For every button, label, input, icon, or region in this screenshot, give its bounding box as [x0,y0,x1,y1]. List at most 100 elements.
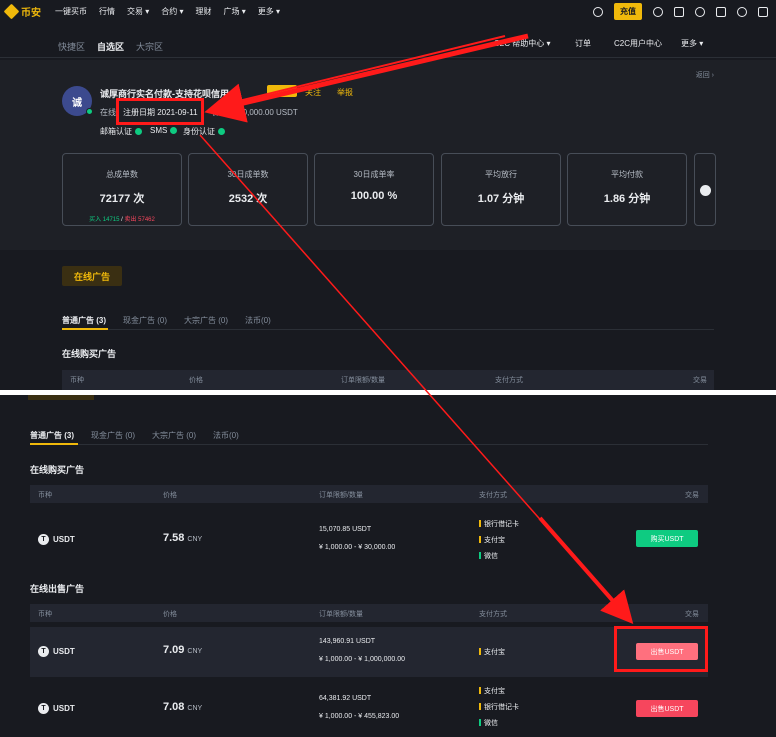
buy-section-title: 在线购买广告 [30,465,85,475]
search-icon[interactable] [593,6,603,17]
stat-value: 72177 次 [99,193,145,205]
price-cell: 7.58 CNY [163,532,202,544]
tab-normal-ads[interactable]: 普通广告 (3) [30,430,74,441]
logo-icon [3,3,20,19]
c2c-user-center-link[interactable]: C2C用户中心 [614,38,662,49]
sell-table-header: 币种 价格 订单限额/数量 支付方式 交易 [30,604,708,622]
tab-cash-ads[interactable]: 现金广告 (0) [123,315,167,326]
top-navigation-bar: 币安 一键买币 行情 交易 ▾ 合约 ▾ 理财 广场 ▾ 更多 ▾ 充值 [0,0,776,22]
tabs-divider [62,329,714,330]
bottom-screenshot-panel: 普通广告 (3) 现金广告 (0) 大宗广告 (0) 法币(0) 在线购买广告 … [0,395,776,737]
price-cell: 7.09 CNY [163,644,202,656]
stat-value: 1.86 分钟 [603,193,651,205]
stat-value: 2532 次 [228,193,268,205]
stats-more-button[interactable] [694,153,716,226]
coin-cell: T USDT [38,646,75,657]
user-icon[interactable] [653,6,663,17]
id-verified: 身份认证 [183,126,225,137]
more-icon [700,185,711,196]
stat-30d-orders: 30日成单数 2532 次 [188,153,308,226]
active-tab-underline [30,443,78,445]
check-icon [218,128,225,135]
globe-icon[interactable] [737,6,747,17]
email-verified-label: 邮箱认证 [100,127,132,136]
online-ads-tab[interactable]: 在线广告 [62,266,122,286]
col-price: 价格 [163,611,177,618]
tab-block-ads[interactable]: 大宗广告 (0) [152,430,196,441]
online-label: 在线 [100,108,116,117]
nav-square[interactable]: 广场 ▾ [224,6,246,17]
tab-express[interactable]: 快捷区 [58,40,85,53]
col-payment: 支付方式 [479,611,507,618]
tab-normal-ads[interactable]: 普通广告 (3) [62,315,106,326]
report-link[interactable]: 举报 [337,87,353,98]
stat-sell-count: 卖出 57462 [124,217,155,223]
stat-buy-sell: 买入 14715 / 卖出 57462 [89,217,155,223]
binance-logo[interactable]: 币安 [3,3,41,19]
subnav-more-link[interactable]: 更多 ▾ [681,38,703,49]
bell-icon[interactable] [695,6,705,17]
logo-text: 币安 [21,7,41,19]
sell-usdt-button[interactable]: 出售USDT [636,643,698,660]
price-value: 7.09 [163,644,185,656]
nav-futures[interactable]: 合约 ▾ [161,6,183,17]
price-value: 7.58 [163,532,185,544]
coin-cell: T USDT [38,703,75,714]
orders-link[interactable]: 订单 [575,38,591,49]
register-date: 注册日期 2021-09-11 [123,108,198,117]
nav-markets[interactable]: 行情 [99,6,115,17]
tab-fiat-ads[interactable]: 法币(0) [213,430,239,441]
tab-cash-ads[interactable]: 现金广告 (0) [91,430,135,441]
price-currency: CNY [187,536,203,543]
stat-label: 平均付款 [611,170,643,179]
order-limit: ¥ 1,000.00 - ¥ 1,000,000.00 [319,656,406,663]
order-limit: ¥ 1,000.00 - ¥ 30,000.00 [319,544,396,551]
nav-quick-buy[interactable]: 一键买币 [55,6,87,17]
nav-earn[interactable]: 理财 [196,6,212,17]
stat-label: 总成单数 [106,170,138,179]
active-tab-underline [62,328,108,330]
buy-usdt-button[interactable]: 购买USDT [636,530,698,547]
payment-method: 支付宝 [479,686,505,696]
tab-block[interactable]: 大宗区 [136,40,163,53]
nav-trade[interactable]: 交易 ▾ [127,6,149,17]
ad-type-tabs: 普通广告 (3) 现金广告 (0) 大宗广告 (0) 法币(0) [62,315,271,326]
col-price: 价格 [189,377,203,384]
col-coin: 币种 [38,611,52,618]
tabs-divider [30,444,708,445]
payment-method: 银行借记卡 [479,702,519,712]
buy-table-header: 币种 价格 订单限额/数量 支付方式 交易 [30,485,708,503]
deposit-button[interactable]: 充值 [614,3,642,20]
avatar-initial: 诚 [72,97,82,109]
stat-total-orders: 总成单数 72177 次 买入 14715 / 卖出 57462 [62,153,182,226]
stat-avg-release: 平均放行 1.07 分钟 [441,153,561,226]
download-icon[interactable] [716,6,726,17]
price-value: 7.08 [163,701,185,713]
tab-p2p[interactable]: 自选区 [97,40,124,53]
check-icon [135,128,142,135]
tab-fiat-ads[interactable]: 法币(0) [245,315,271,326]
table-header: 币种 价格 订单限额/数量 支付方式 交易 [62,370,714,390]
settings-icon[interactable] [758,6,768,17]
col-payment: 支付方式 [495,377,523,384]
tab-block-ads[interactable]: 大宗广告 (0) [184,315,228,326]
sms-verified: SMS [150,126,178,135]
back-link[interactable]: 返回 › [696,70,714,80]
col-coin: 币种 [70,377,84,384]
c2c-help-link[interactable]: C2C 帮助中心 ▾ [494,38,550,49]
security-deposit: 保证金 30,000.00 USDT [212,108,298,117]
sms-verified-label: SMS [150,126,168,135]
sell-usdt-button[interactable]: 出售USDT [636,700,698,717]
wallet-icon[interactable] [674,6,684,17]
online-status-icon [86,108,93,115]
merchant-badge [267,85,297,97]
nav-more[interactable]: 更多 ▾ [258,6,280,17]
c2c-subnav: 快捷区 自选区 大宗区 C2C 帮助中心 ▾ 订单 C2C用户中心 更多 ▾ [0,28,776,58]
stat-label: 30日成单率 [353,170,395,179]
col-payment: 支付方式 [479,492,507,499]
col-coin: 币种 [38,492,52,499]
follow-link[interactable]: 关注 [305,87,321,98]
payment-method: 支付宝 [479,647,505,657]
ad-type-tabs: 普通广告 (3) 现金广告 (0) 大宗广告 (0) 法币(0) [30,430,239,441]
coin-name: USDT [53,647,75,656]
